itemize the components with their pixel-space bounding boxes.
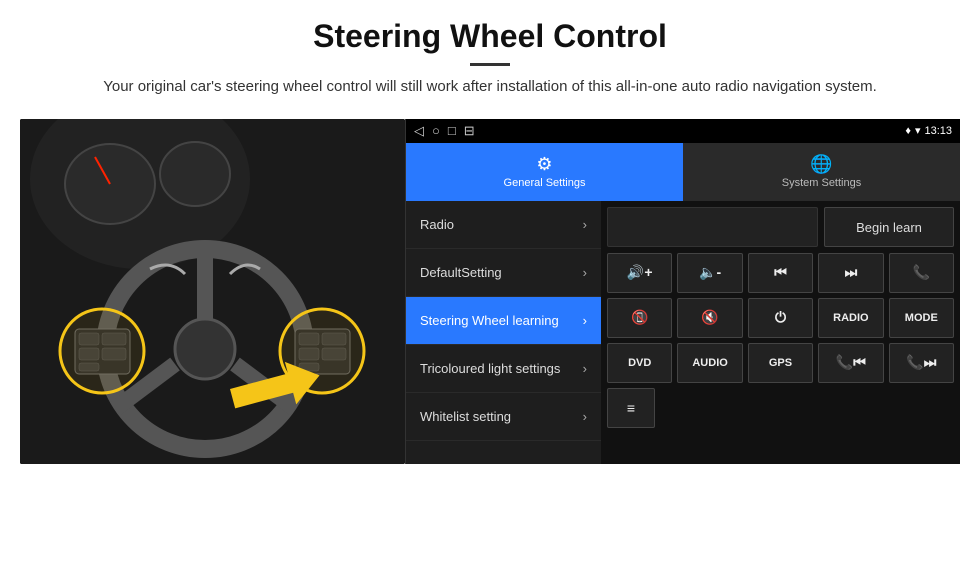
button-row-2: 📵 🔇 ⏻ RADIO MODE — [607, 298, 954, 338]
android-panel: ◁ ○ □ ⊟ ♦ ▾ 13:13 ⚙ General Settings 🌐 S… — [405, 119, 960, 464]
gps-button[interactable]: GPS — [748, 343, 813, 383]
status-bar-right: ♦ ▾ 13:13 — [905, 124, 952, 137]
begin-learn-button[interactable]: Begin learn — [824, 207, 954, 247]
chevron-right-icon: › — [583, 217, 587, 232]
page-title: Steering Wheel Control — [20, 18, 960, 55]
audio-label: AUDIO — [692, 357, 727, 369]
volume-up-button[interactable]: 🔊+ — [607, 253, 672, 293]
tel-prev-icon: 📞⏮ — [836, 354, 866, 371]
audio-button[interactable]: AUDIO — [677, 343, 742, 383]
general-settings-icon: ⚙ — [536, 154, 552, 175]
power-icon: ⏻ — [775, 309, 786, 326]
mute-button[interactable]: 🔇 — [677, 298, 742, 338]
button-row-1: 🔊+ 🔈- ⏮ ⏭ 📞 — [607, 253, 954, 293]
tab-system[interactable]: 🌐 System Settings — [683, 143, 960, 201]
mute-icon: 🔇 — [701, 309, 718, 326]
next-track-icon: ⏭ — [845, 264, 858, 281]
hang-up-icon: 📵 — [631, 309, 648, 326]
content-area: ◁ ○ □ ⊟ ♦ ▾ 13:13 ⚙ General Settings 🌐 S… — [20, 119, 960, 464]
next-track-button[interactable]: ⏭ — [818, 253, 883, 293]
begin-learn-row: Begin learn — [607, 207, 954, 247]
phone-icon: 📞 — [913, 264, 930, 281]
back-nav-icon[interactable]: ◁ — [414, 123, 424, 139]
mode-label: MODE — [905, 312, 938, 324]
recent-nav-icon[interactable]: □ — [448, 123, 456, 138]
system-settings-icon: 🌐 — [810, 154, 832, 175]
control-panel: Begin learn 🔊+ 🔈- ⏮ ⏭ — [601, 201, 960, 464]
tel-prev-button[interactable]: 📞⏮ — [818, 343, 883, 383]
menu-tricoloured-label: Tricoloured light settings — [420, 361, 583, 376]
menu-item-whitelist[interactable]: Whitelist setting › — [406, 393, 601, 441]
chevron-right-icon-4: › — [583, 361, 587, 376]
volume-down-icon: 🔈- — [699, 264, 721, 281]
home-nav-icon[interactable]: ○ — [432, 123, 440, 138]
steering-wheel-panel — [20, 119, 405, 464]
power-button[interactable]: ⏻ — [748, 298, 813, 338]
tab-system-label: System Settings — [782, 177, 861, 189]
button-row-3: DVD AUDIO GPS 📞⏮ 📞⏭ — [607, 343, 954, 383]
prev-track-button[interactable]: ⏮ — [748, 253, 813, 293]
radio-button[interactable]: RADIO — [818, 298, 883, 338]
dvd-label: DVD — [628, 357, 651, 369]
list-icon: ≡ — [627, 400, 635, 416]
menu-list: Radio › DefaultSetting › Steering Wheel … — [406, 201, 601, 464]
hang-up-button[interactable]: 📵 — [607, 298, 672, 338]
gps-label: GPS — [769, 357, 792, 369]
blank-input-box — [607, 207, 818, 247]
mode-button[interactable]: MODE — [889, 298, 954, 338]
chevron-right-icon-5: › — [583, 409, 587, 424]
page-subtitle: Your original car's steering wheel contr… — [90, 76, 890, 99]
menu-whitelist-label: Whitelist setting — [420, 409, 583, 424]
dvd-button[interactable]: DVD — [607, 343, 672, 383]
menu-item-steering[interactable]: Steering Wheel learning › — [406, 297, 601, 345]
tel-next-icon: 📞⏭ — [906, 354, 936, 371]
list-button[interactable]: ≡ — [607, 388, 655, 428]
button-row-4: ≡ — [607, 388, 954, 428]
page-header: Steering Wheel Control Your original car… — [0, 0, 980, 109]
menu-steering-label: Steering Wheel learning — [420, 313, 583, 328]
chevron-right-icon-2: › — [583, 265, 587, 280]
signal-icon: ♦ — [905, 125, 911, 137]
main-layout: Radio › DefaultSetting › Steering Wheel … — [406, 201, 960, 464]
menu-default-label: DefaultSetting — [420, 265, 583, 280]
tel-next-button[interactable]: 📞⏭ — [889, 343, 954, 383]
volume-down-button[interactable]: 🔈- — [677, 253, 742, 293]
prev-track-icon: ⏮ — [774, 264, 787, 281]
clock: 13:13 — [924, 125, 952, 137]
title-divider — [470, 63, 510, 66]
phone-button[interactable]: 📞 — [889, 253, 954, 293]
volume-up-icon: 🔊+ — [627, 264, 653, 281]
menu-radio-label: Radio — [420, 217, 583, 232]
chevron-right-icon-3: › — [583, 313, 587, 328]
status-bar: ◁ ○ □ ⊟ ♦ ▾ 13:13 — [406, 119, 960, 143]
menu-item-tricoloured[interactable]: Tricoloured light settings › — [406, 345, 601, 393]
radio-label: RADIO — [833, 312, 868, 324]
tab-general-label: General Settings — [504, 177, 586, 189]
top-tabs: ⚙ General Settings 🌐 System Settings — [406, 143, 960, 201]
status-bar-left: ◁ ○ □ ⊟ — [414, 123, 475, 139]
menu-item-radio[interactable]: Radio › — [406, 201, 601, 249]
menu-item-defaultsetting[interactable]: DefaultSetting › — [406, 249, 601, 297]
wifi-icon: ▾ — [915, 124, 921, 137]
tab-general[interactable]: ⚙ General Settings — [406, 143, 683, 201]
menu-nav-icon[interactable]: ⊟ — [464, 123, 475, 139]
